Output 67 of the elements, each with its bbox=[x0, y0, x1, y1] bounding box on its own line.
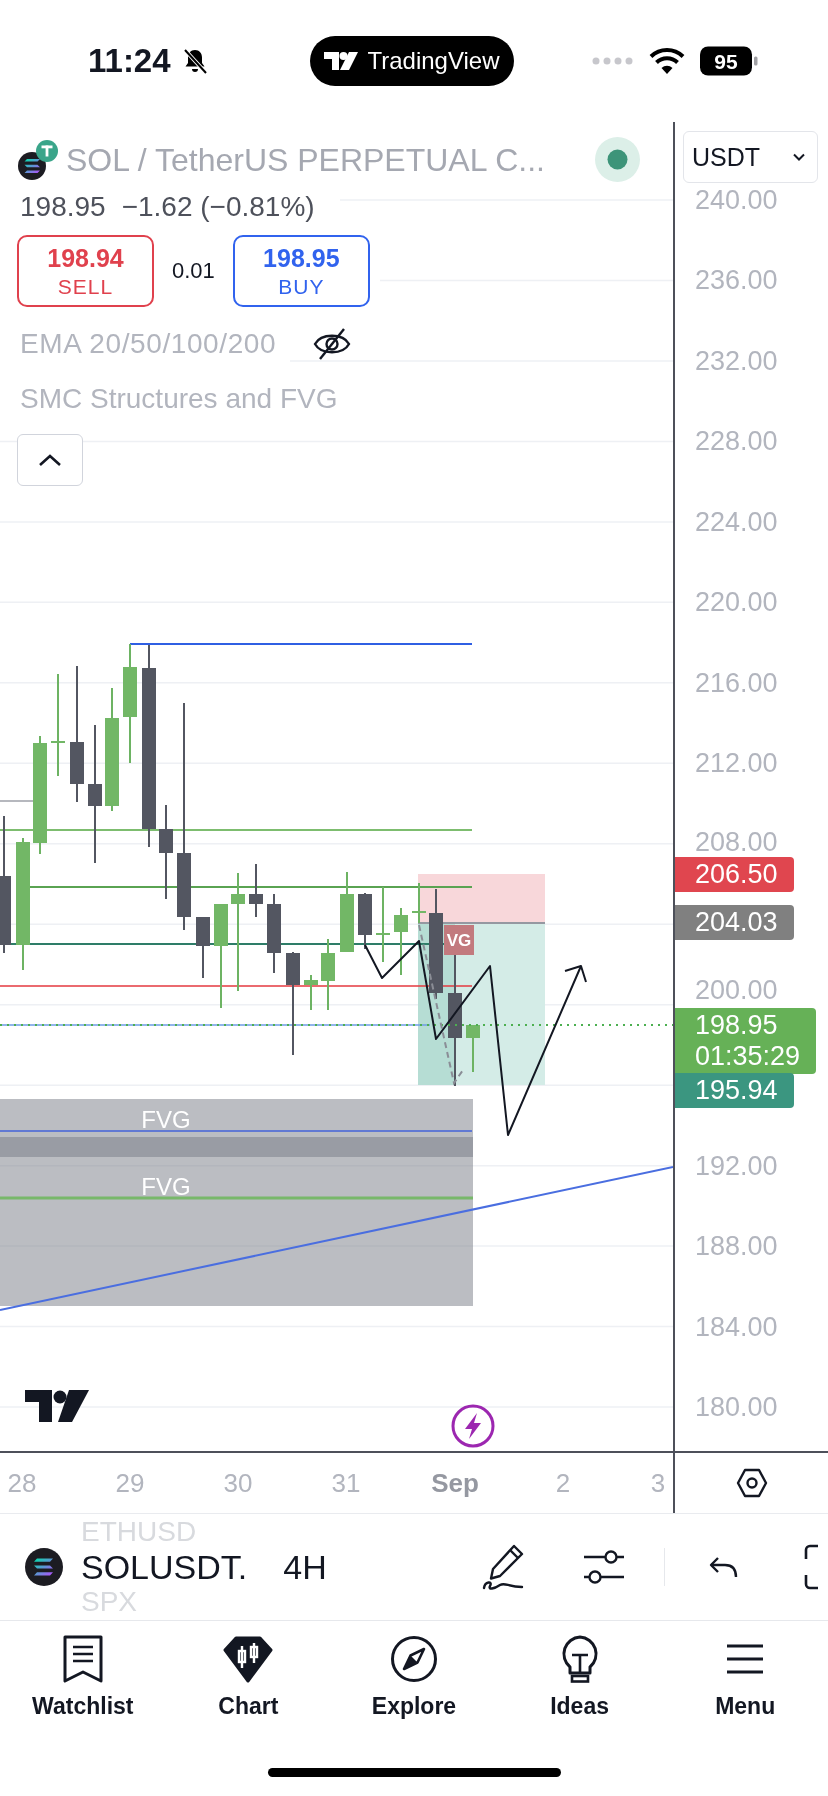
price-tag: 204.03 bbox=[675, 905, 794, 940]
wifi-icon bbox=[648, 47, 686, 75]
lightning-icon[interactable] bbox=[451, 1404, 495, 1448]
price-label: 188.00 bbox=[695, 1232, 778, 1260]
price-label: 240.00 bbox=[695, 186, 778, 214]
date-label: 2 bbox=[555, 1468, 571, 1498]
chevron-up-icon bbox=[38, 453, 62, 467]
rising-candle bbox=[304, 974, 318, 1011]
tab[interactable]: Explore bbox=[371, 1635, 457, 1718]
sliders-icon[interactable] bbox=[582, 1549, 626, 1585]
buy-button[interactable]: 198.95 BUY bbox=[232, 235, 370, 307]
battery-indicator: 95 bbox=[700, 46, 758, 76]
collapse-button[interactable] bbox=[17, 434, 83, 486]
rising-candle bbox=[412, 882, 426, 924]
rising-candle bbox=[394, 907, 408, 976]
symbol-button[interactable]: SOLUSDT. bbox=[81, 1548, 248, 1586]
settings-icon[interactable] bbox=[735, 1468, 768, 1498]
price-label: 216.00 bbox=[695, 669, 778, 697]
date-label: 29 bbox=[115, 1468, 145, 1498]
spread-value: 0.01 bbox=[172, 258, 215, 284]
logo-icon bbox=[25, 1390, 89, 1422]
price-label: 236.00 bbox=[695, 266, 778, 294]
price-label: 232.00 bbox=[695, 347, 778, 375]
price-tag: 206.50 bbox=[675, 857, 794, 892]
date-label: 30 bbox=[223, 1468, 253, 1498]
date-label: Sep bbox=[431, 1468, 479, 1498]
price-label: 192.00 bbox=[695, 1152, 778, 1180]
sell-button[interactable]: 198.94 SELL bbox=[17, 235, 154, 307]
zone-label: VG bbox=[444, 925, 474, 955]
undo-icon[interactable] bbox=[708, 1555, 738, 1579]
date-label: 3 bbox=[650, 1468, 666, 1498]
price-label: 200.00 bbox=[695, 976, 778, 1004]
level-line bbox=[0, 800, 34, 802]
falling-candle bbox=[358, 892, 372, 950]
date-label: 28 bbox=[7, 1468, 37, 1498]
bracket-icon[interactable] bbox=[804, 1544, 819, 1590]
price-label: 180.00 bbox=[695, 1393, 778, 1421]
falling-candle bbox=[196, 916, 210, 979]
price-label: 208.00 bbox=[695, 828, 778, 856]
coin-icon bbox=[25, 1548, 63, 1586]
interval-button[interactable]: 4H bbox=[283, 1548, 327, 1586]
rising-candle bbox=[466, 1024, 480, 1073]
falling-candle bbox=[249, 863, 263, 918]
price-label: 212.00 bbox=[695, 749, 778, 777]
logo-icon bbox=[324, 51, 359, 71]
price-label: 224.00 bbox=[695, 508, 778, 536]
chevron-down-icon bbox=[793, 153, 805, 161]
tab[interactable]: Watchlist bbox=[32, 1635, 134, 1718]
date-label: 31 bbox=[331, 1468, 361, 1498]
status-time: 11:24 bbox=[88, 42, 171, 80]
eye-slash-icon[interactable] bbox=[313, 327, 352, 361]
price-tag: 198.95 01:35:29 bbox=[675, 1008, 817, 1074]
tab[interactable]: Ideas bbox=[550, 1635, 609, 1718]
price-label: 220.00 bbox=[695, 588, 778, 616]
last-price: 198.95 bbox=[20, 192, 106, 222]
price-label: 184.00 bbox=[695, 1313, 778, 1341]
price-label: 228.00 bbox=[695, 427, 778, 455]
tab[interactable]: Chart bbox=[218, 1635, 279, 1718]
currency-dropdown[interactable]: USDT bbox=[683, 131, 818, 183]
app-badge: TradingView bbox=[310, 36, 514, 86]
signal-dots-icon bbox=[592, 57, 634, 65]
pen-icon[interactable] bbox=[481, 1543, 525, 1591]
price-tag: 195.94 bbox=[675, 1073, 794, 1108]
fvg-zone: FVG bbox=[0, 1137, 473, 1306]
price-change: −1.62 (−0.81%) bbox=[121, 192, 315, 222]
tab[interactable]: Menu bbox=[715, 1635, 776, 1718]
coin-pair-icon bbox=[18, 139, 58, 180]
